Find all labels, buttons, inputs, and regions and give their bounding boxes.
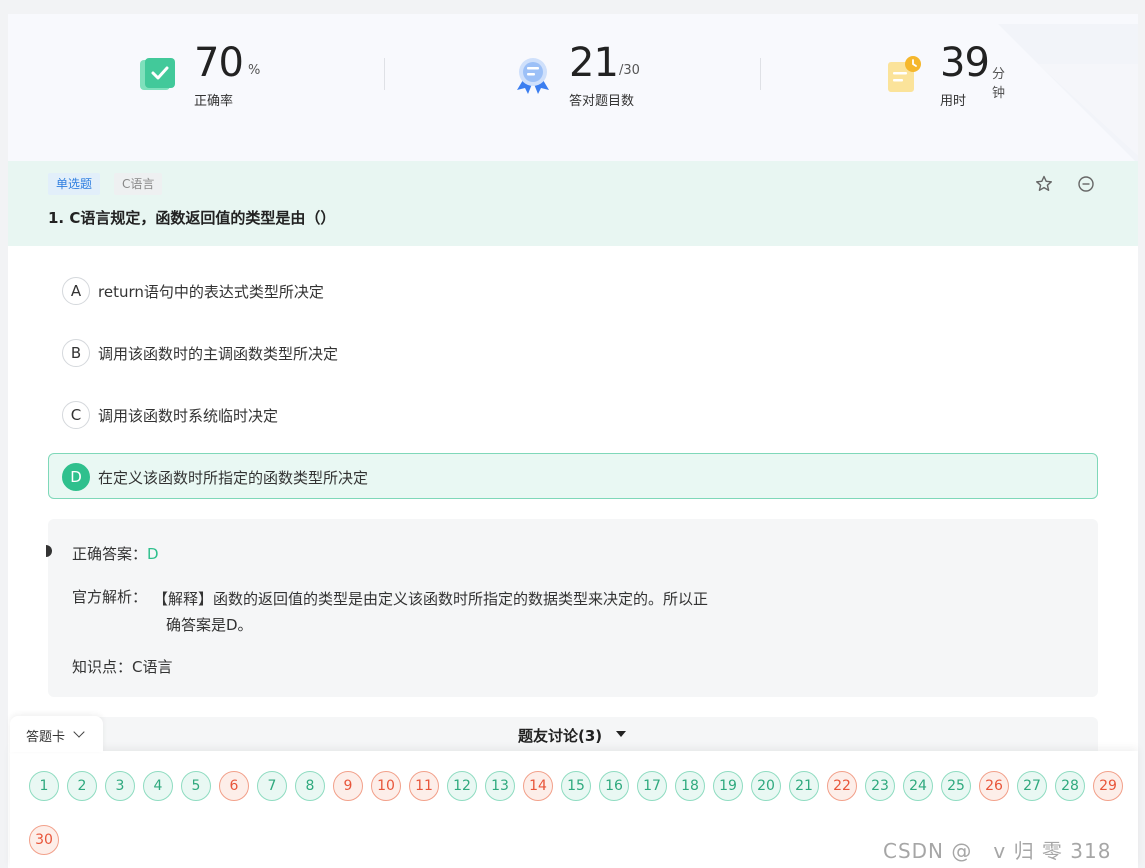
stat-unit: 分钟 xyxy=(992,67,1006,101)
divider xyxy=(760,58,761,90)
question-number-24[interactable]: 24 xyxy=(903,771,933,801)
stats-header: 70 % 正确率 21 /30 答对题目数 39 分钟 用时 xyxy=(8,14,1138,161)
answer-card-label: 答题卡 xyxy=(26,730,66,745)
option-letter: D xyxy=(62,463,90,491)
caret-down-icon xyxy=(616,731,626,737)
question-number-4[interactable]: 4 xyxy=(143,771,173,801)
question-number-23[interactable]: 23 xyxy=(865,771,895,801)
question-number-5[interactable]: 5 xyxy=(181,771,211,801)
correct-answer-value: D xyxy=(147,545,159,563)
correct-answer-label: 正确答案： xyxy=(72,545,148,563)
question-number-30[interactable]: 30 xyxy=(29,825,59,855)
option-letter: C xyxy=(62,401,90,429)
correct-answer-row: 正确答案：D xyxy=(72,543,159,564)
question-number-19[interactable]: 19 xyxy=(713,771,743,801)
option-c[interactable]: C 调用该函数时系统临时决定 xyxy=(48,391,1098,437)
stat-value: 70 xyxy=(194,40,244,86)
question-title: 1. C语言规定，函数返回值的类型是由（） xyxy=(48,209,336,227)
option-a[interactable]: A return语句中的表达式类型所决定 xyxy=(48,267,1098,313)
question-type-tag: 单选题 xyxy=(48,173,101,195)
question-number-17[interactable]: 17 xyxy=(637,771,667,801)
option-b[interactable]: B 调用该函数时的主调函数类型所决定 xyxy=(48,329,1098,375)
marker xyxy=(46,545,52,557)
question-number-9[interactable]: 9 xyxy=(333,771,363,801)
stat-value: 39 xyxy=(940,40,990,86)
stat-label: 正确率 xyxy=(194,94,234,109)
question-number-7[interactable]: 7 xyxy=(257,771,287,801)
question-number-16[interactable]: 16 xyxy=(599,771,629,801)
minus-circle-icon[interactable] xyxy=(1076,174,1096,194)
knowledge-label: 知识点： xyxy=(72,658,133,676)
stat-label: 答对题目数 xyxy=(569,94,635,109)
question-header: 单选题 C语言 1. C语言规定，函数返回值的类型是由（） xyxy=(8,161,1138,246)
subject-tag: C语言 xyxy=(114,173,163,195)
stat-label: 用时 xyxy=(940,94,967,109)
answer-card-toggle[interactable]: 答题卡 xyxy=(10,716,103,752)
option-letter: A xyxy=(62,277,90,305)
answer-analysis: 正确答案：D 官方解析： 【解释】函数的返回值的类型是由定义该函数时所指定的数据… xyxy=(46,519,1098,697)
official-analysis-label: 官方解析： xyxy=(72,588,148,606)
question-number-18[interactable]: 18 xyxy=(675,771,705,801)
quiz-result-page: 70 % 正确率 21 /30 答对题目数 39 分钟 用时 单选题 C语言 1… xyxy=(8,14,1138,868)
option-text: 调用该函数时的主调函数类型所决定 xyxy=(98,345,339,363)
question-number-13[interactable]: 13 xyxy=(485,771,515,801)
check-card-icon xyxy=(140,58,175,90)
discussion-toggle[interactable]: 题友讨论(3) xyxy=(518,725,602,746)
stat-unit: % xyxy=(248,63,261,78)
discussion-bar[interactable]: 题友讨论(3) xyxy=(48,717,1098,751)
question-number-14[interactable]: 14 xyxy=(523,771,553,801)
stat-value: 21 xyxy=(569,40,619,86)
star-icon[interactable] xyxy=(1034,174,1054,194)
question-number-2[interactable]: 2 xyxy=(67,771,97,801)
question-number-20[interactable]: 20 xyxy=(751,771,781,801)
question-number-12[interactable]: 12 xyxy=(447,771,477,801)
question-number-21[interactable]: 21 xyxy=(789,771,819,801)
watermark: CSDN @ v 归 零 318 xyxy=(883,839,1112,863)
question-number-10[interactable]: 10 xyxy=(371,771,401,801)
stat-unit: /30 xyxy=(619,63,640,78)
option-letter: B xyxy=(62,339,90,367)
question-number-26[interactable]: 26 xyxy=(979,771,1009,801)
award-ribbon-icon xyxy=(517,58,549,94)
question-number-3[interactable]: 3 xyxy=(105,771,135,801)
analysis-line: 确答案是D。 xyxy=(166,616,253,634)
knowledge-value: C语言 xyxy=(132,658,173,676)
divider xyxy=(384,58,385,90)
knowledge-point-row: 知识点：C语言 xyxy=(72,656,173,677)
question-number-25[interactable]: 25 xyxy=(941,771,971,801)
option-text: 调用该函数时系统临时决定 xyxy=(98,407,279,425)
option-d[interactable]: D 在定义该函数时所指定的函数类型所决定 xyxy=(48,453,1098,499)
official-analysis-text: 【解释】函数的返回值的类型是由定义该函数时所指定的数据类型来决定的。所以正 确答… xyxy=(153,586,753,638)
analysis-line: 【解释】函数的返回值的类型是由定义该函数时所指定的数据类型来决定的。所以正 xyxy=(153,590,709,608)
option-text: 在定义该函数时所指定的函数类型所决定 xyxy=(98,469,369,487)
question-number-8[interactable]: 8 xyxy=(295,771,325,801)
question-number-28[interactable]: 28 xyxy=(1055,771,1085,801)
chevron-down-icon xyxy=(73,726,85,738)
question-number-29[interactable]: 29 xyxy=(1093,771,1123,801)
question-number-11[interactable]: 11 xyxy=(409,771,439,801)
option-text: return语句中的表达式类型所决定 xyxy=(98,283,324,301)
question-number-27[interactable]: 27 xyxy=(1017,771,1047,801)
question-number-1[interactable]: 1 xyxy=(29,771,59,801)
question-number-22[interactable]: 22 xyxy=(827,771,857,801)
question-number-15[interactable]: 15 xyxy=(561,771,591,801)
question-number-6[interactable]: 6 xyxy=(219,771,249,801)
notepad-clock-icon xyxy=(888,56,921,92)
background-decoration xyxy=(998,24,1138,161)
